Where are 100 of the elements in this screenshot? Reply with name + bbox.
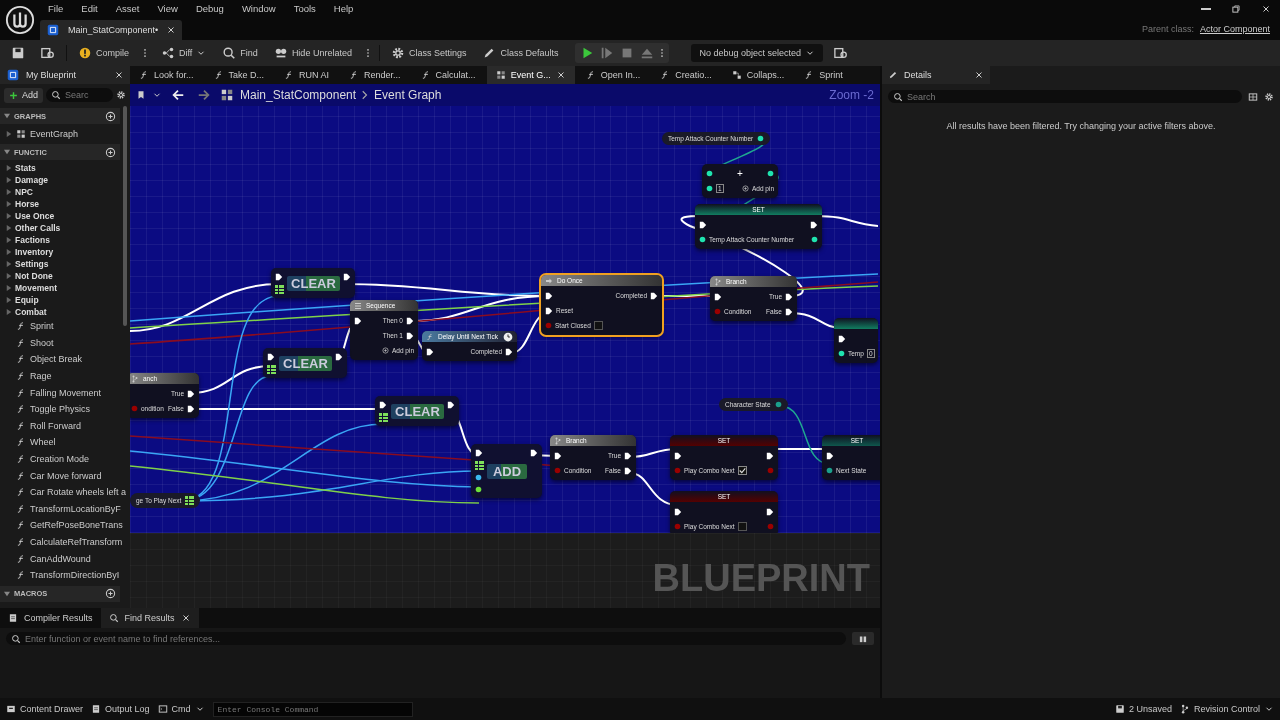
collapsed-arrow-icon[interactable]	[6, 237, 12, 243]
menu-item[interactable]: Debug	[187, 3, 232, 14]
exec-pin-icon[interactable]	[650, 291, 658, 300]
category-item[interactable]: Not Done	[0, 270, 120, 282]
exec-pin-icon[interactable]	[699, 220, 707, 229]
breadcrumb-link[interactable]: Main_StatComponent	[240, 88, 357, 102]
menu-item[interactable]: Help	[325, 3, 362, 14]
exec-pin-icon[interactable]	[505, 347, 513, 356]
exec-pin-icon[interactable]	[838, 334, 846, 343]
exec-pin-icon[interactable]	[785, 292, 793, 301]
exec-pin-icon[interactable]	[335, 353, 343, 361]
function-item[interactable]: CalculateRefTransform	[0, 533, 120, 551]
function-item[interactable]: Rage	[0, 367, 120, 385]
menu-item[interactable]: Window	[233, 3, 284, 14]
menu-item[interactable]: Tools	[285, 3, 324, 14]
graph-node[interactable]: CLEAR	[263, 348, 347, 378]
function-item[interactable]: Toggle Physics	[0, 400, 120, 418]
category-item[interactable]: Stats	[0, 162, 120, 174]
collapsed-arrow-icon[interactable]	[6, 213, 12, 219]
graph-node[interactable]: ADD	[471, 444, 542, 498]
toolbar-button[interactable]: Compile	[73, 43, 134, 63]
data-pin-icon[interactable]	[811, 236, 818, 243]
exec-pin-icon[interactable]	[406, 316, 414, 325]
graph-tab[interactable]: RUN AI	[275, 66, 339, 84]
function-item[interactable]: Roll Forward	[0, 417, 120, 435]
array-pin-icon[interactable]	[267, 364, 276, 374]
panel-tab[interactable]: My Blueprint	[0, 66, 130, 84]
function-item[interactable]: Falling Movement	[0, 384, 120, 401]
collapsed-arrow-icon[interactable]	[6, 201, 12, 207]
panel-tab[interactable]: Details	[882, 66, 990, 84]
collapsed-arrow-icon[interactable]	[6, 249, 12, 255]
category-item[interactable]: Combat	[0, 306, 120, 318]
collapsed-arrow-icon[interactable]	[6, 165, 12, 171]
function-item[interactable]: Car Move forward	[0, 467, 120, 484]
function-item[interactable]: Sprint	[0, 318, 120, 335]
expanded-arrow-icon[interactable]	[4, 590, 10, 597]
panel-tab[interactable]: Compiler Results	[0, 608, 101, 628]
data-pin-icon[interactable]	[699, 236, 706, 243]
menu-item[interactable]: File	[40, 3, 72, 14]
array-pin-icon[interactable]	[379, 412, 388, 422]
data-pin-icon[interactable]	[767, 170, 774, 177]
collapsed-arrow-icon[interactable]	[6, 225, 12, 231]
collapsed-arrow-icon[interactable]	[6, 177, 12, 183]
data-pin-icon[interactable]	[757, 135, 765, 142]
function-item[interactable]: CanAddWound	[0, 550, 120, 567]
search-input[interactable]: Searc	[65, 90, 108, 100]
scrollbar[interactable]	[123, 106, 127, 326]
unsaved-button[interactable]: 2 Unsaved	[1114, 700, 1172, 718]
exec-pin-icon[interactable]	[785, 307, 793, 316]
exec-pin-icon[interactable]	[187, 389, 195, 398]
debug-object-dropdown[interactable]: No debug object selected	[691, 44, 824, 62]
exec-pin-icon[interactable]	[766, 451, 774, 460]
exec-pin-icon[interactable]	[426, 347, 434, 356]
content-drawer-button[interactable]: Content Drawer	[6, 700, 84, 718]
exec-pin-icon[interactable]	[343, 273, 351, 281]
menu-item[interactable]: View	[149, 3, 186, 14]
collapsed-arrow-icon[interactable]	[6, 189, 12, 195]
graph-tab[interactable]: Look for...	[130, 66, 203, 84]
toolbar-button[interactable]: Class Settings	[385, 43, 472, 63]
exec-pin-icon[interactable]	[379, 401, 387, 409]
graph-tab[interactable]: Collaps...	[722, 66, 794, 84]
search-field[interactable]: Search	[888, 90, 1242, 103]
exec-pin-icon[interactable]	[674, 507, 682, 516]
toolbar-button[interactable]: Diff	[156, 43, 212, 63]
category-item[interactable]: NPC	[0, 186, 120, 198]
category-item[interactable]: Factions	[0, 234, 120, 246]
graph-node[interactable]: CLEAR	[271, 268, 355, 298]
cmd-dropdown[interactable]: Cmd	[157, 700, 205, 718]
parent-class-link[interactable]: Actor Component	[1199, 23, 1270, 34]
exec-pin-icon[interactable]	[406, 331, 414, 340]
output-log-button[interactable]: Output Log	[91, 700, 150, 718]
exec-pin-icon[interactable]	[826, 451, 834, 460]
graph-tab[interactable]: Creatio...	[651, 66, 721, 84]
search-field[interactable]: Searc	[46, 88, 113, 102]
category-item[interactable]: Inventory	[0, 246, 120, 258]
graph-canvas[interactable]	[130, 84, 880, 608]
category-item[interactable]: Settings	[0, 258, 120, 270]
data-pin-icon[interactable]	[826, 467, 833, 474]
revision-control-button[interactable]: Revision Control	[1179, 700, 1274, 718]
collapsed-arrow-icon[interactable]	[6, 131, 12, 137]
exec-pin-icon[interactable]	[714, 292, 722, 301]
exec-pin-icon[interactable]	[554, 451, 562, 460]
array-pin-icon[interactable]	[475, 460, 484, 470]
exec-pin-icon[interactable]	[267, 353, 275, 361]
function-item[interactable]: TransformLocationByF	[0, 500, 120, 518]
exec-pin-icon[interactable]	[545, 291, 553, 300]
graph-tab[interactable]: Event G...	[486, 66, 575, 84]
data-pin-icon[interactable]	[706, 185, 713, 192]
checkbox[interactable]	[737, 522, 747, 531]
exec-pin-icon[interactable]	[447, 401, 455, 409]
menu-item[interactable]: Asset	[107, 3, 148, 14]
data-pin-icon[interactable]	[706, 170, 713, 177]
add-button[interactable]: Add	[4, 87, 43, 103]
exec-pin-icon[interactable]	[810, 220, 818, 229]
find-input[interactable]: Enter function or event name to find references...	[25, 633, 841, 644]
exec-pin-icon[interactable]	[674, 451, 682, 460]
collapsed-arrow-icon[interactable]	[6, 273, 12, 279]
array-pin-icon[interactable]	[185, 496, 195, 505]
array-pin-icon[interactable]	[275, 284, 284, 294]
checkbox[interactable]	[593, 321, 603, 330]
